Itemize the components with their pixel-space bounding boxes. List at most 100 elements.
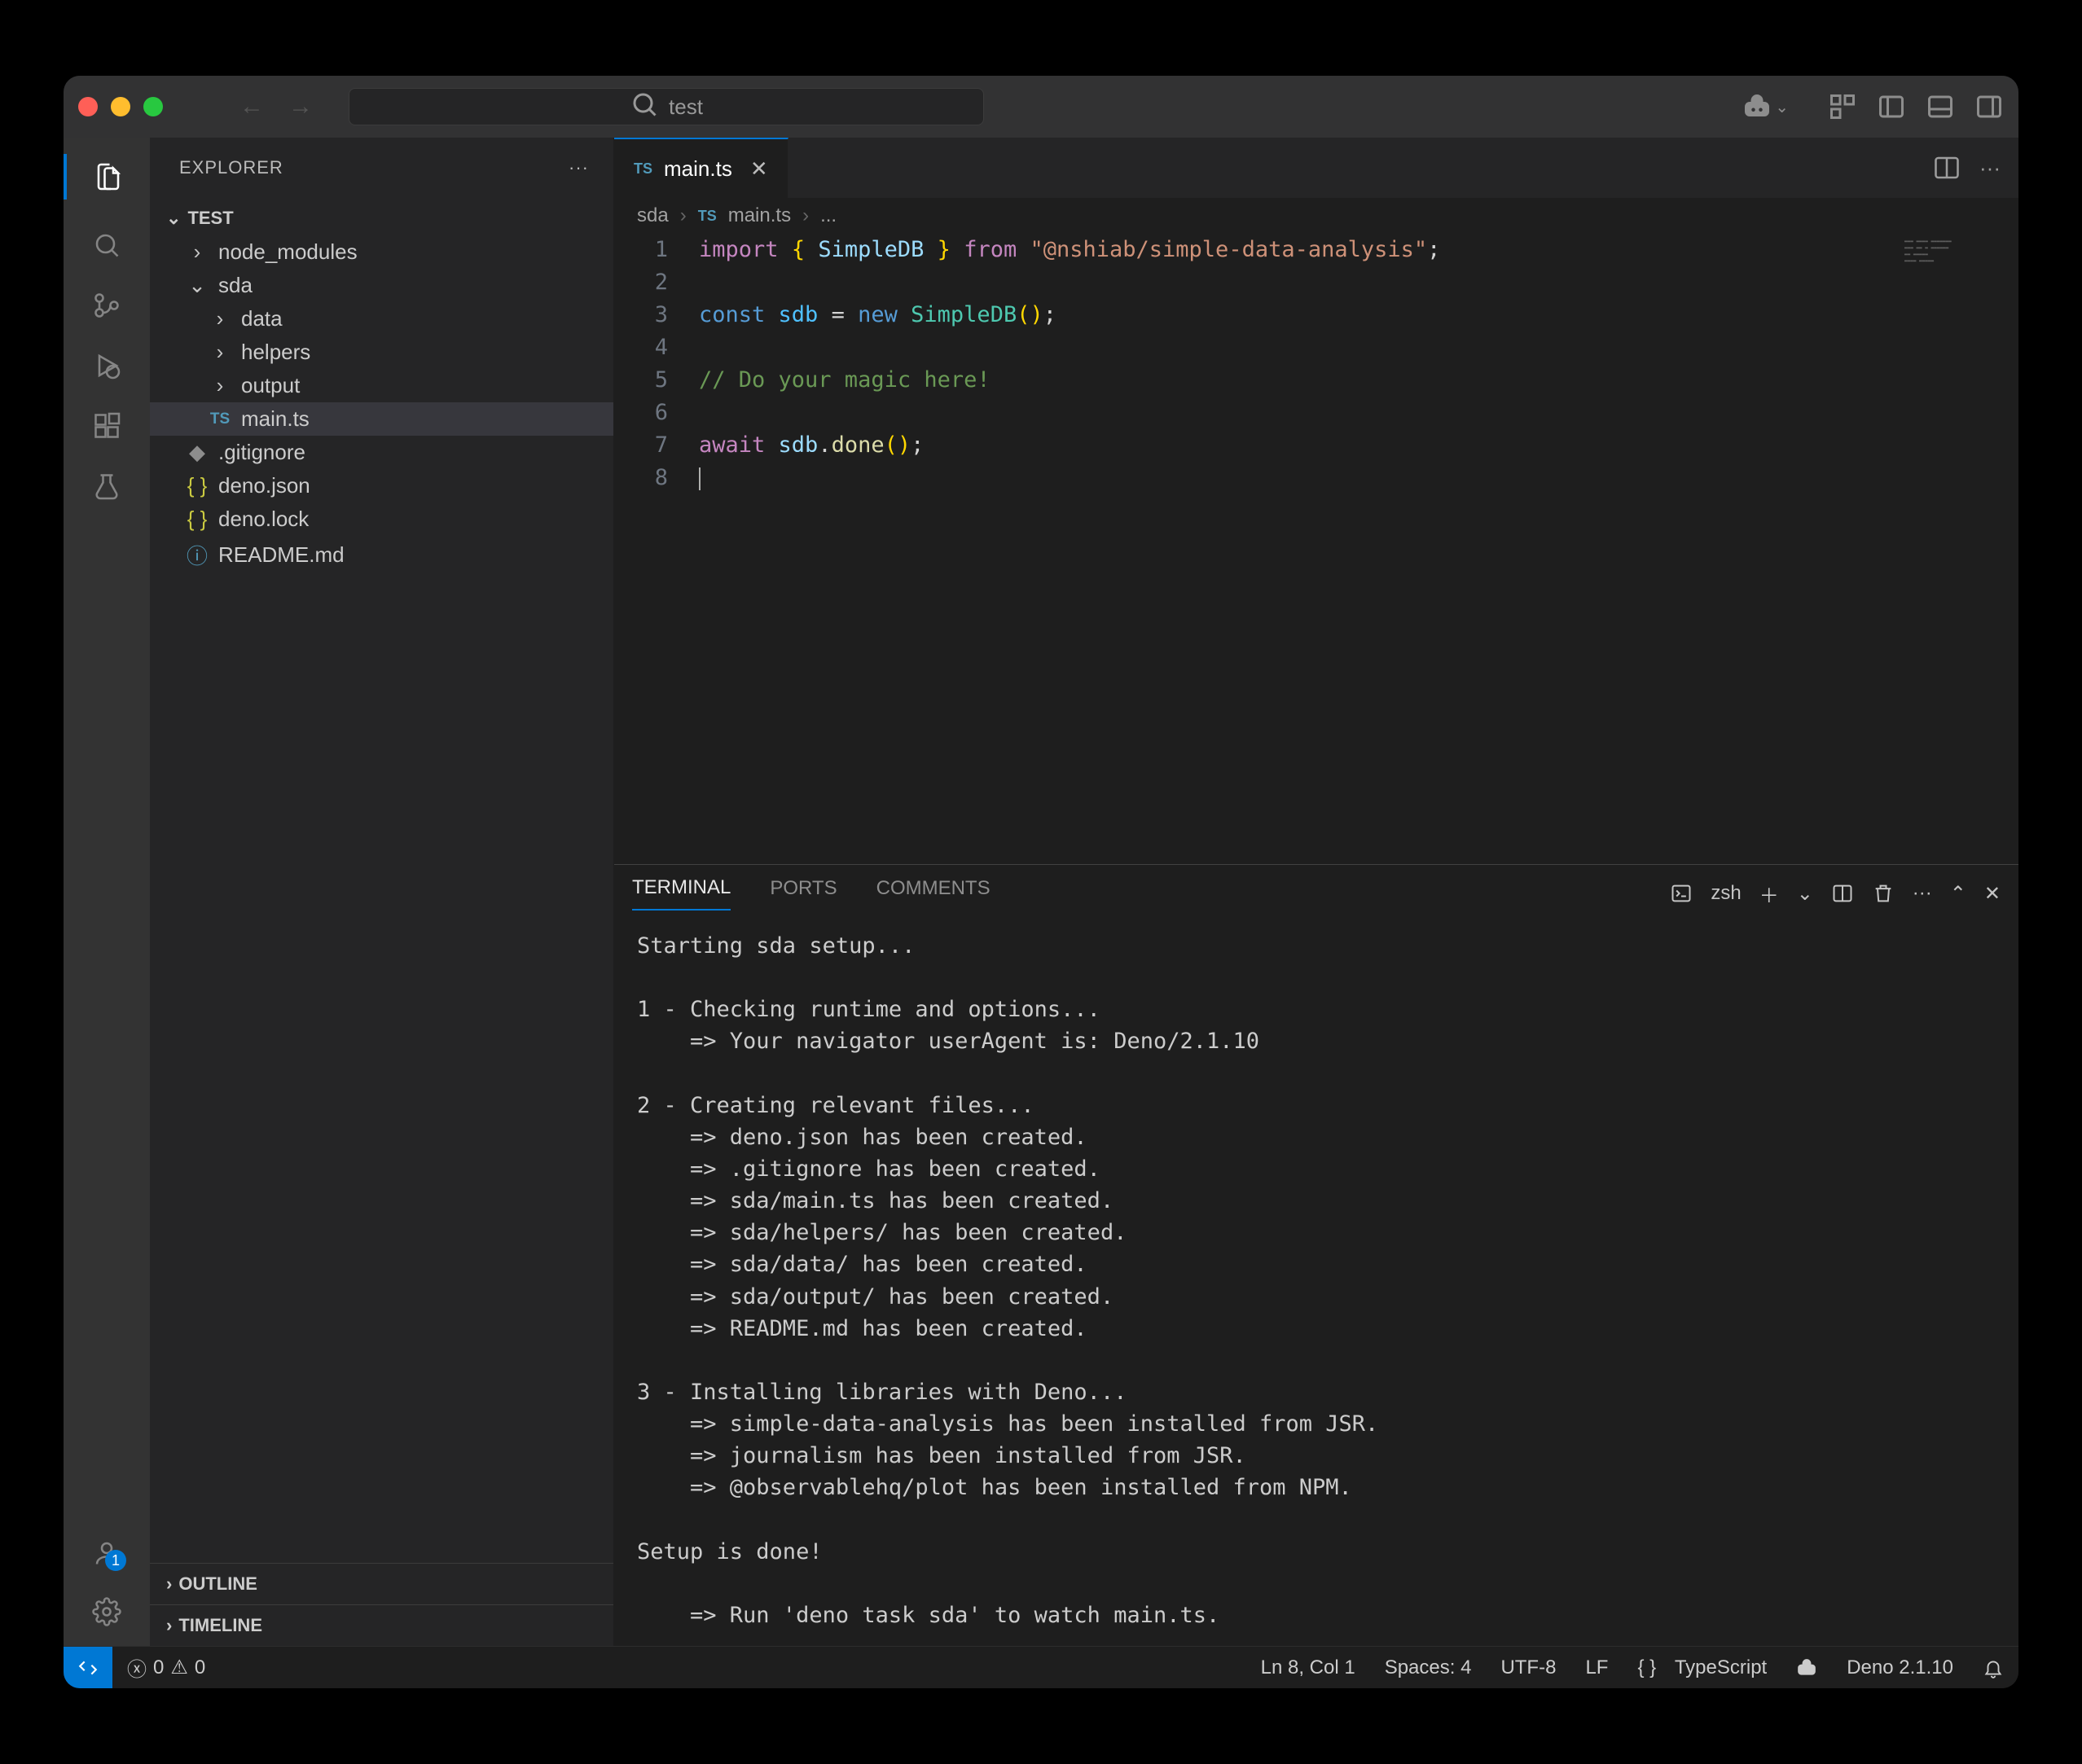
search-text: test	[669, 94, 703, 120]
ts-file-icon: TS	[209, 410, 231, 428]
new-terminal-icon[interactable]: ＋	[1759, 880, 1779, 908]
extensions-activity-icon[interactable]	[92, 411, 121, 441]
explorer-more-icon[interactable]: ···	[569, 157, 589, 178]
testing-activity-icon[interactable]	[92, 472, 121, 501]
maximize-window-button[interactable]	[143, 97, 163, 116]
panel-more-icon[interactable]: ···	[1913, 882, 1932, 905]
info-file-icon: ⓘ	[186, 540, 209, 570]
ts-file-icon: TS	[634, 160, 652, 178]
debug-activity-icon[interactable]	[92, 351, 121, 380]
minimize-window-button[interactable]	[111, 97, 130, 116]
file-tree-item[interactable]: { } deno.lock	[150, 502, 613, 536]
minimap[interactable]: ▬▬▬ ▬▬▬▬ ▬▬▬▬▬▬▬ ▬▬▬ ▬▬ ▬ ▬▬▬▬▬▬ ▬▬ ▬▬▬▬…	[1896, 234, 2018, 864]
file-tree-item[interactable]: { } deno.json	[150, 469, 613, 502]
terminal-dropdown-icon[interactable]: ⌄	[1797, 882, 1813, 906]
terminal-profile-icon[interactable]	[1670, 882, 1693, 905]
copilot-status-icon[interactable]	[1781, 1657, 1832, 1678]
file-tree-item[interactable]: ◆.gitignore	[150, 436, 613, 469]
remote-indicator[interactable]	[64, 1647, 112, 1688]
chevron-right-icon: ›	[166, 1615, 172, 1636]
explorer-title: EXPLORER	[179, 157, 283, 178]
file-tree-label: sda	[218, 273, 253, 298]
copilot-icon[interactable]: ⌄	[1742, 92, 1789, 121]
ts-file-icon: TS	[698, 208, 717, 225]
runtime-status[interactable]: Deno 2.1.10	[1832, 1656, 1968, 1679]
file-tree-item[interactable]: › output	[150, 369, 613, 402]
file-tree-item[interactable]: › helpers	[150, 336, 613, 369]
panel-tab-ports[interactable]: PORTS	[770, 877, 837, 910]
terminal-output[interactable]: Starting sda setup... 1 - Checking runti…	[614, 911, 2018, 1646]
indentation-status[interactable]: Spaces: 4	[1370, 1656, 1487, 1679]
language-mode-status[interactable]: { } TypeScript	[1623, 1656, 1781, 1679]
folder-root[interactable]: ⌄ TEST	[150, 201, 613, 235]
kill-terminal-icon[interactable]	[1872, 882, 1895, 905]
file-tree-label: output	[241, 373, 300, 398]
chevron-right-icon: ›	[209, 340, 231, 365]
tab-main-ts[interactable]: TS main.ts ✕	[614, 138, 788, 198]
split-editor-icon[interactable]	[1932, 153, 1961, 182]
terminal-shell-label: zsh	[1711, 882, 1741, 905]
accounts-icon[interactable]	[92, 1538, 121, 1568]
nav-forward-button[interactable]: →	[288, 93, 313, 121]
cursor-position-status[interactable]: Ln 8, Col 1	[1246, 1656, 1370, 1679]
chevron-right-icon: ›	[209, 373, 231, 398]
tab-close-icon[interactable]: ✕	[750, 156, 768, 182]
toggle-secondary-sidebar-icon[interactable]	[1974, 92, 2004, 121]
search-icon	[630, 90, 659, 125]
file-tree-item[interactable]: ⌄ sda	[150, 269, 613, 302]
chevron-right-icon: ›	[209, 306, 231, 331]
file-tree-item[interactable]: TS main.ts	[150, 402, 613, 436]
chevron-right-icon: ›	[166, 1573, 172, 1595]
search-activity-icon[interactable]	[92, 230, 121, 260]
scm-activity-icon[interactable]	[92, 291, 121, 320]
chevron-right-icon: ›	[186, 239, 209, 265]
close-panel-icon[interactable]: ✕	[1984, 882, 2001, 906]
maximize-panel-icon[interactable]: ⌃	[1950, 882, 1966, 906]
timeline-section[interactable]: ›TIMELINE	[150, 1604, 613, 1646]
file-tree-item[interactable]: › data	[150, 302, 613, 336]
notifications-icon[interactable]	[1968, 1657, 2018, 1678]
outline-section[interactable]: ›OUTLINE	[150, 1563, 613, 1604]
settings-gear-icon[interactable]	[92, 1597, 121, 1626]
window-controls	[78, 97, 163, 116]
file-tree-label: deno.lock	[218, 507, 309, 532]
chevron-down-icon: ⌄	[166, 208, 181, 229]
json-file-icon: { }	[186, 507, 209, 532]
chevron-down-icon: ⌄	[186, 273, 209, 298]
json-file-icon: { }	[186, 473, 209, 498]
explorer-activity-icon[interactable]	[64, 154, 150, 200]
braces-icon: { }	[1637, 1656, 1656, 1679]
title-bar: ← → test ⌄	[64, 76, 2018, 138]
file-tree-label: data	[241, 306, 283, 331]
editor-more-icon[interactable]: ···	[1979, 156, 2001, 181]
file-tree-label: node_modules	[218, 239, 358, 265]
layout-customize-icon[interactable]	[1828, 92, 1857, 121]
file-tree-label: deno.json	[218, 473, 310, 498]
command-center-search[interactable]: test	[349, 88, 984, 125]
file-tree-item[interactable]: ⓘ README.md	[150, 536, 613, 574]
git-file-icon: ◆	[186, 440, 209, 465]
panel-tab-terminal[interactable]: TERMINAL	[632, 876, 731, 911]
file-tree-label: README.md	[218, 542, 345, 568]
file-tree-item[interactable]: › node_modules	[150, 235, 613, 269]
problems-status[interactable]: ⓧ0 ⚠0	[112, 1653, 220, 1682]
file-tree-label: helpers	[241, 340, 310, 365]
panel-tab-comments[interactable]: COMMENTS	[876, 877, 990, 910]
warning-icon: ⚠	[170, 1656, 188, 1679]
editor-tabs: TS main.ts ✕ ···	[614, 138, 2018, 198]
toggle-panel-icon[interactable]	[1926, 92, 1955, 121]
eol-status[interactable]: LF	[1570, 1656, 1623, 1679]
nav-back-button[interactable]: ←	[239, 93, 264, 121]
file-tree-label: main.ts	[241, 406, 310, 432]
toggle-sidebar-icon[interactable]	[1877, 92, 1906, 121]
encoding-status[interactable]: UTF-8	[1486, 1656, 1570, 1679]
status-bar: ⓧ0 ⚠0 Ln 8, Col 1 Spaces: 4 UTF-8 LF { }…	[64, 1646, 2018, 1688]
breadcrumb[interactable]: sda › TS main.ts › ...	[614, 198, 2018, 234]
explorer-sidebar: EXPLORER ··· ⌄ TEST › node_modules ⌄ sda › da…	[150, 138, 614, 1646]
code-editor[interactable]: 12345678 import { SimpleDB } from "@nshi…	[614, 234, 2018, 864]
activity-bar	[64, 138, 150, 1646]
bottom-panel: TERMINAL PORTS COMMENTS zsh ＋ ⌄ ··· ⌃ ✕	[614, 864, 2018, 1646]
tab-label: main.ts	[664, 156, 732, 182]
close-window-button[interactable]	[78, 97, 98, 116]
split-terminal-icon[interactable]	[1831, 882, 1854, 905]
